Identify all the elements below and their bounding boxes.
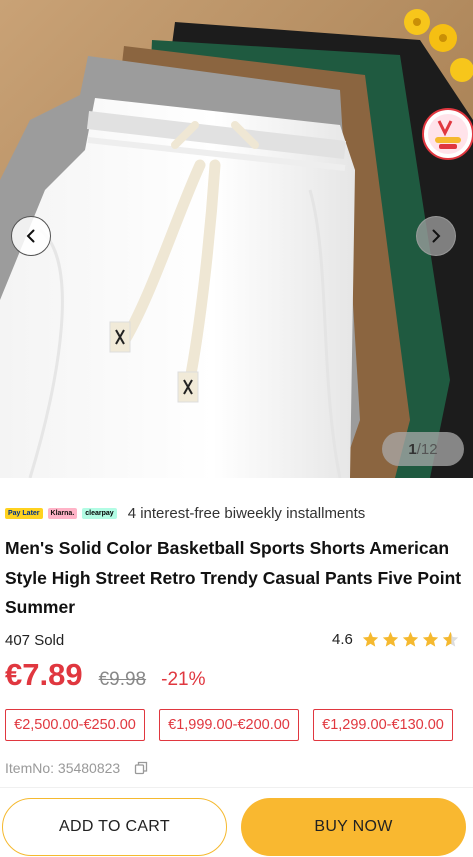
coupon-1[interactable]: €2,500.00-€250.00: [5, 709, 145, 741]
image-counter-current: 1: [408, 440, 417, 458]
chevron-left-icon: [26, 229, 35, 243]
image-counter-total: /12: [416, 440, 438, 458]
coupon-3[interactable]: €1,299.00-€130.00: [313, 709, 453, 741]
clearpay-logo: clearpay: [82, 507, 117, 519]
copy-icon[interactable]: [134, 761, 148, 775]
current-price: €7.89: [5, 657, 83, 692]
star-half-icon: [442, 631, 459, 647]
price-row: €7.89 €9.98 -21%: [5, 657, 205, 693]
star-icon: [402, 631, 419, 647]
divider: [0, 787, 473, 788]
promo-badge-icon: [422, 108, 473, 160]
star-icon: [362, 631, 379, 647]
rating-value: 4.6: [332, 631, 353, 648]
product-photo: [0, 0, 473, 478]
paypal-pay-later-logo: Pay Later: [5, 507, 43, 519]
buy-now-button[interactable]: BUY NOW: [241, 798, 466, 856]
product-title: Men's Solid Color Basketball Sports Shor…: [5, 538, 462, 617]
installments-text: 4 interest-free biweekly installments: [127, 504, 366, 522]
star-icon: [422, 631, 439, 647]
discount-badge: -21%: [161, 669, 206, 690]
original-price: €9.98: [98, 669, 147, 690]
installments-row[interactable]: Pay Later Klarna. clearpay 4 interest-fr…: [5, 503, 365, 523]
gallery-next-button[interactable]: [416, 216, 456, 256]
sold-count: 407 Sold: [5, 632, 65, 649]
klarna-logo: Klarna.: [47, 507, 78, 519]
product-rating[interactable]: 4.6: [332, 631, 459, 648]
image-counter: 1/12: [382, 432, 464, 466]
star-icon: [382, 631, 399, 647]
chevron-right-icon: [432, 229, 441, 243]
item-number: ItemNo: 35480823: [5, 760, 121, 776]
gallery-prev-button[interactable]: [11, 216, 51, 256]
item-number-row: ItemNo: 35480823: [5, 760, 148, 776]
add-to-cart-button[interactable]: ADD TO CART: [2, 798, 227, 856]
product-image-gallery[interactable]: 1/12: [0, 0, 473, 478]
coupon-2[interactable]: €1,999.00-€200.00: [159, 709, 299, 741]
